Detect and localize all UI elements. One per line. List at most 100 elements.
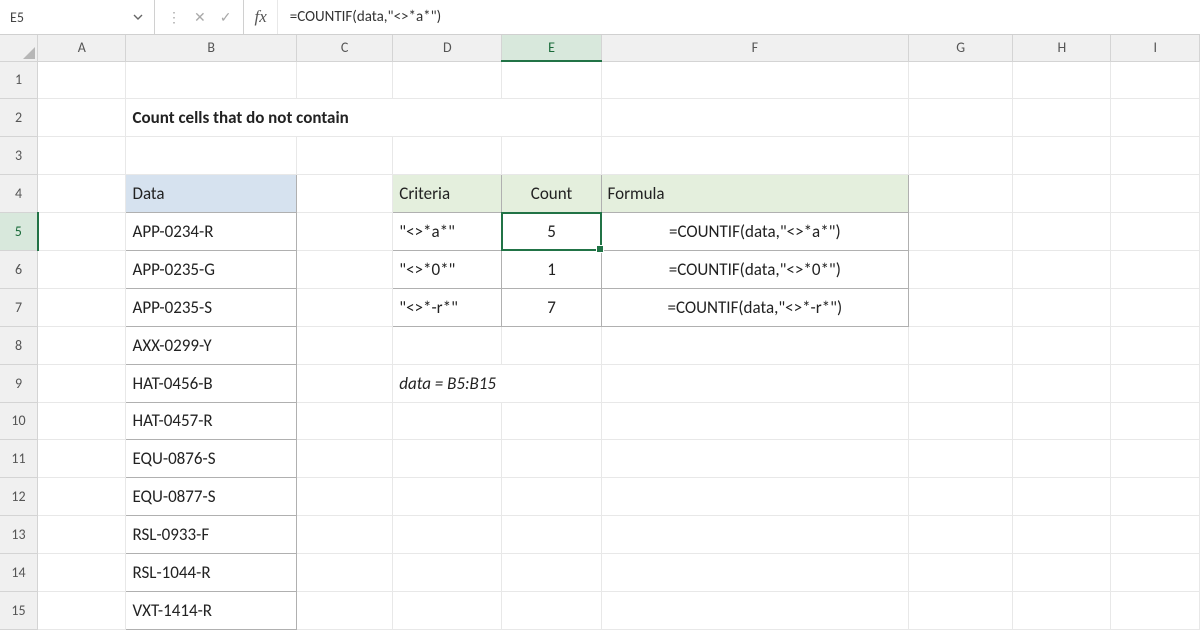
cell-C6[interactable]	[296, 250, 392, 288]
cell-A14[interactable]	[38, 554, 126, 592]
row-header-6[interactable]: 6	[0, 250, 38, 288]
cell-D10[interactable]	[393, 402, 502, 440]
table-header-data[interactable]: Data	[126, 175, 296, 213]
cell-H14[interactable]	[1013, 554, 1111, 592]
cell-I10[interactable]	[1111, 402, 1200, 440]
row-header-9[interactable]: 9	[0, 364, 38, 402]
cell-A4[interactable]	[38, 175, 126, 213]
cell-F5[interactable]: =COUNTIF(data,"<>*a*")	[601, 213, 909, 251]
cell-I2[interactable]	[1111, 99, 1200, 137]
cell-C8[interactable]	[296, 326, 392, 364]
row-header-10[interactable]: 10	[0, 402, 38, 440]
cell-E15[interactable]	[502, 591, 601, 629]
cell-F2[interactable]	[601, 99, 909, 137]
table-header-formula[interactable]: Formula	[601, 175, 909, 213]
cell-B13[interactable]: RSL-0933-F	[126, 516, 296, 554]
cell-F11[interactable]	[601, 440, 909, 478]
cell-A9[interactable]	[38, 364, 126, 402]
cell-E13[interactable]	[502, 516, 601, 554]
cell-I12[interactable]	[1111, 478, 1200, 516]
cell-C7[interactable]	[296, 288, 392, 326]
cell-I1[interactable]	[1111, 61, 1200, 99]
cell-H5[interactable]	[1013, 213, 1111, 251]
cell-E3[interactable]	[502, 137, 601, 175]
chevron-down-icon[interactable]	[132, 11, 144, 23]
cell-I5[interactable]	[1111, 213, 1200, 251]
cell-C3[interactable]	[296, 137, 392, 175]
cell-D6[interactable]: "<>*0*"	[393, 250, 502, 288]
cell-C13[interactable]	[296, 516, 392, 554]
cell-A15[interactable]	[38, 591, 126, 629]
col-header-E[interactable]: E	[502, 35, 601, 61]
row-header-13[interactable]: 13	[0, 516, 38, 554]
cell-E8[interactable]	[502, 326, 601, 364]
cell-D11[interactable]	[393, 440, 502, 478]
col-header-H[interactable]: H	[1013, 35, 1111, 61]
cell-G1[interactable]	[909, 61, 1013, 99]
cell-D5[interactable]: "<>*a*"	[393, 213, 502, 251]
cell-G5[interactable]	[909, 213, 1013, 251]
cell-H4[interactable]	[1013, 175, 1111, 213]
cell-F15[interactable]	[601, 591, 909, 629]
row-header-4[interactable]: 4	[0, 175, 38, 213]
cell-G11[interactable]	[909, 440, 1013, 478]
cell-H9[interactable]	[1013, 364, 1111, 402]
cell-E5[interactable]: 5	[502, 213, 601, 251]
cell-G14[interactable]	[909, 554, 1013, 592]
cell-F12[interactable]	[601, 478, 909, 516]
cell-B8[interactable]: AXX-0299-Y	[126, 326, 296, 364]
cell-F3[interactable]	[601, 137, 909, 175]
cell-E1[interactable]	[502, 61, 601, 99]
cell-G8[interactable]	[909, 326, 1013, 364]
cell-I7[interactable]	[1111, 288, 1200, 326]
col-header-A[interactable]: A	[38, 35, 126, 61]
cell-G2[interactable]	[909, 99, 1013, 137]
cell-D12[interactable]	[393, 478, 502, 516]
cell-B6[interactable]: APP-0235-G	[126, 250, 296, 288]
cell-H2[interactable]	[1013, 99, 1111, 137]
cell-G9[interactable]	[909, 364, 1013, 402]
cell-H3[interactable]	[1013, 137, 1111, 175]
cell-D15[interactable]	[393, 591, 502, 629]
name-box[interactable]: E5	[0, 0, 155, 34]
cell-G10[interactable]	[909, 402, 1013, 440]
cell-F6[interactable]: =COUNTIF(data,"<>*0*")	[601, 250, 909, 288]
row-header-11[interactable]: 11	[0, 440, 38, 478]
cell-F14[interactable]	[601, 554, 909, 592]
row-header-12[interactable]: 12	[0, 478, 38, 516]
row-header-1[interactable]: 1	[0, 61, 38, 99]
col-header-C[interactable]: C	[296, 35, 392, 61]
cell-G7[interactable]	[909, 288, 1013, 326]
cell-G15[interactable]	[909, 591, 1013, 629]
cell-I9[interactable]	[1111, 364, 1200, 402]
cell-F1[interactable]	[601, 61, 909, 99]
cell-B15[interactable]: VXT-1414-R	[126, 591, 296, 629]
drag-handle-icon[interactable]: ⋮	[167, 9, 180, 26]
cell-B1[interactable]	[126, 61, 296, 99]
cell-E14[interactable]	[502, 554, 601, 592]
cell-F9[interactable]	[601, 364, 909, 402]
cell-E10[interactable]	[502, 402, 601, 440]
cell-G3[interactable]	[909, 137, 1013, 175]
cell-I3[interactable]	[1111, 137, 1200, 175]
cell-A2[interactable]	[38, 99, 126, 137]
cell-D7[interactable]: "<>*-r*"	[393, 288, 502, 326]
cell-A5[interactable]	[38, 213, 126, 251]
col-header-B[interactable]: B	[126, 35, 296, 61]
fx-icon[interactable]: fx	[244, 0, 277, 34]
cell-I4[interactable]	[1111, 175, 1200, 213]
cell-B12[interactable]: EQU-0877-S	[126, 478, 296, 516]
cell-B3[interactable]	[126, 137, 296, 175]
cell-C12[interactable]	[296, 478, 392, 516]
cell-C9[interactable]	[296, 364, 392, 402]
cancel-icon[interactable]: ✕	[194, 9, 206, 26]
cell-H12[interactable]	[1013, 478, 1111, 516]
cell-B10[interactable]: HAT-0457-R	[126, 402, 296, 440]
cell-F13[interactable]	[601, 516, 909, 554]
cell-H10[interactable]	[1013, 402, 1111, 440]
cell-F8[interactable]	[601, 326, 909, 364]
cell-A12[interactable]	[38, 478, 126, 516]
cell-I6[interactable]	[1111, 250, 1200, 288]
cell-I14[interactable]	[1111, 554, 1200, 592]
cell-A10[interactable]	[38, 402, 126, 440]
